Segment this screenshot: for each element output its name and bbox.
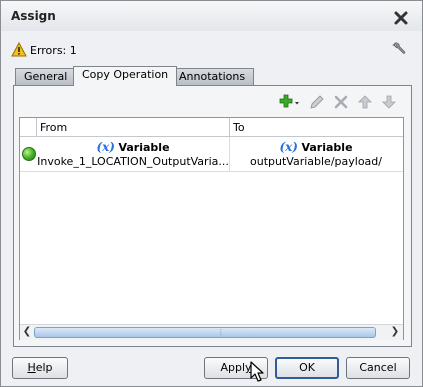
edit-icon[interactable] [308,93,326,111]
table-row[interactable]: (x) Variable Invoke_1_LOCATION_OutputVar… [20,137,403,172]
horizontal-scrollbar[interactable]: ❮ ⋮ ❯ [20,324,403,340]
tab-general-label: General [24,70,68,83]
from-path: Invoke_1_LOCATION_OutputVaria... [37,155,229,168]
scroll-right-icon[interactable]: ❯ [389,326,401,338]
apply-mnemonic: y [245,361,252,374]
copy-rules-table: From To (x) Variable Invoke_1_LOCATION_O… [19,117,404,340]
tab-annotations-label: Annotations [179,70,246,83]
table-header: From To [20,118,403,137]
cancel-label: Cancel [359,361,397,374]
scroll-left-icon[interactable]: ❮ [21,326,33,338]
to-type: Variable [301,141,353,154]
help-mnemonic: H [27,361,36,374]
apply-button[interactable]: Apply [204,357,268,379]
move-up-icon[interactable] [356,93,374,111]
ok-button[interactable]: OK [275,357,339,379]
tab-general[interactable]: General [15,68,77,85]
help-label-post: elp [35,361,53,374]
help-button[interactable]: Help [12,357,68,379]
assign-dialog: Assign Errors: 1 General Copy Operation … [0,0,423,387]
tab-annotations[interactable]: Annotations [170,68,255,85]
ok-label: OK [299,361,315,374]
status-ok-icon [22,147,36,161]
cancel-button[interactable]: Cancel [346,357,410,379]
column-divider [36,118,37,136]
apply-label-pre: Appl [220,361,246,374]
tab-copy-operation-label: Copy Operation [82,68,169,81]
dialog-title: Assign [11,9,56,23]
column-divider [229,137,230,171]
delete-icon[interactable] [332,93,350,111]
from-cell[interactable]: (x) Variable Invoke_1_LOCATION_OutputVar… [37,137,229,171]
to-cell[interactable]: (x) Variable outputVariable/payload/ [230,137,402,171]
tab-copy-operation[interactable]: Copy Operation [73,66,178,86]
title-bar[interactable]: Assign [1,1,422,31]
wrench-icon[interactable] [391,41,407,57]
to-path: outputVariable/payload/ [250,155,382,168]
column-header-to[interactable]: To [230,118,402,136]
variable-icon: (x) [96,140,115,154]
from-type: Variable [118,141,170,154]
close-icon[interactable] [393,10,409,26]
column-header-from[interactable]: From [37,118,229,136]
variable-icon: (x) [279,140,298,154]
grip-icon: ⋮ [217,328,225,336]
scrollbar-thumb[interactable]: ⋮ [34,327,376,338]
move-down-icon[interactable] [380,93,398,111]
warning-icon [11,42,27,57]
errors-count: Errors: 1 [30,44,77,57]
add-icon[interactable] [278,93,302,111]
